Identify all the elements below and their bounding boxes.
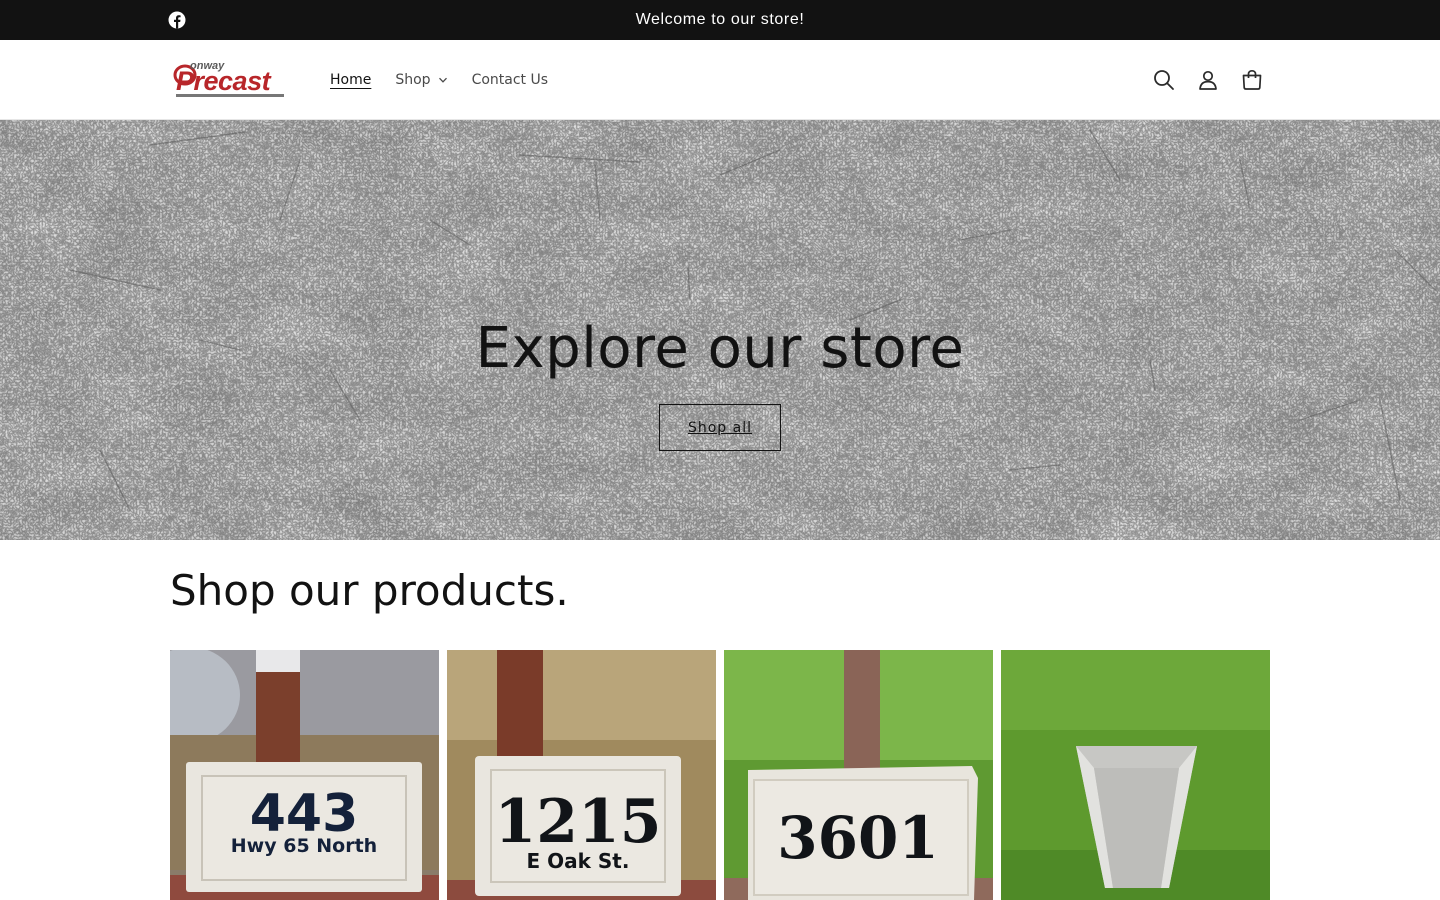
product-image: 1215 E Oak St. xyxy=(447,650,716,900)
product-image: 3601 xyxy=(724,650,993,900)
product-subtext: E Oak St. xyxy=(527,849,630,873)
product-image xyxy=(1001,650,1270,900)
account-icon[interactable] xyxy=(1196,68,1220,92)
chevron-down-icon xyxy=(438,77,447,83)
product-card[interactable] xyxy=(1001,650,1270,900)
cart-icon[interactable] xyxy=(1240,68,1264,92)
product-grid: 443 Hwy 65 North 1215 E Oak St. 3601 xyxy=(170,650,1270,900)
product-number: 3601 xyxy=(777,804,938,872)
main-nav: Home Shop Contact Us xyxy=(330,40,548,120)
nav-shop-link[interactable]: Shop xyxy=(395,72,447,88)
product-subtext: Hwy 65 North xyxy=(231,835,377,857)
announcement-text: Welcome to our store! xyxy=(635,11,805,28)
hero-banner: Explore our store Shop all xyxy=(0,120,1440,540)
product-card[interactable]: 3601 xyxy=(724,650,993,900)
logo-main-text: Precast xyxy=(176,66,272,96)
shop-all-button[interactable]: Shop all xyxy=(659,404,781,451)
conway-precast-logo[interactable]: onway Precast xyxy=(172,57,288,103)
announcement-bar: Welcome to our store! xyxy=(0,0,1440,40)
hero-title: Explore our store xyxy=(475,316,965,381)
section-heading: Shop our products. xyxy=(170,566,569,615)
nav-shop-label: Shop xyxy=(395,72,431,88)
nav-contact-link[interactable]: Contact Us xyxy=(472,72,548,88)
search-icon[interactable] xyxy=(1152,68,1176,92)
product-card[interactable]: 1215 E Oak St. xyxy=(447,650,716,900)
product-number: 1215 xyxy=(495,787,662,857)
product-card[interactable]: 443 Hwy 65 North xyxy=(170,650,439,900)
site-header: onway Precast Home Shop Contact Us xyxy=(0,40,1440,120)
product-image: 443 Hwy 65 North xyxy=(170,650,439,900)
nav-home-link[interactable]: Home xyxy=(330,72,371,88)
